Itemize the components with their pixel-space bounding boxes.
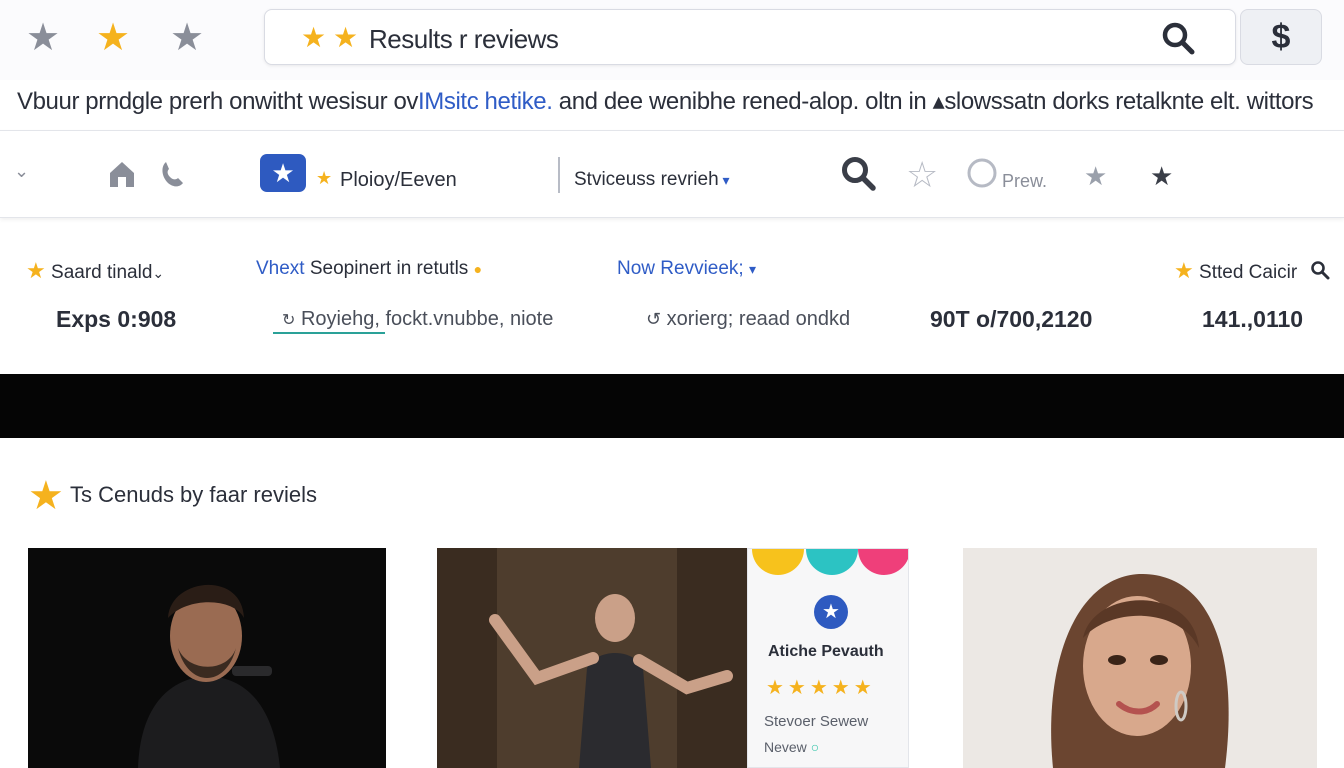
yellow-dot	[752, 549, 804, 575]
toolbar: ⌄ ★ ★ Ploioy/Eeven Stviceuss revrieh ▾ ☆…	[0, 130, 1344, 218]
dancer-image	[437, 548, 747, 768]
search-bar[interactable]: ★ ★ Results r reviews	[264, 9, 1236, 65]
pink-dot	[858, 549, 908, 575]
stat-value: 141.,0110	[1202, 306, 1304, 332]
stat-dropdown[interactable]: Now Revvieek; ▾	[617, 258, 756, 280]
brand-label[interactable]: Ploioy/Eeven	[340, 169, 457, 192]
teal-dot	[806, 549, 858, 575]
star-badge-icon: ★	[814, 595, 848, 629]
chevron-down-icon: ▾	[718, 172, 730, 188]
star-icon[interactable]: ★	[96, 18, 130, 58]
photo-card[interactable]	[437, 548, 747, 768]
star-sparkle-icon[interactable]: ★	[1084, 161, 1107, 191]
star-icon[interactable]: ★	[1150, 161, 1173, 191]
search-icon[interactable]	[1161, 21, 1195, 55]
portrait-image	[28, 548, 386, 768]
banner-strip	[0, 374, 1344, 438]
review-card-subtitle: Stevoer Sewew	[764, 713, 869, 730]
star-icon: ★	[301, 22, 327, 53]
circle-icon[interactable]	[966, 157, 998, 194]
star-icon[interactable]: ★	[170, 18, 204, 58]
star-icon: ★	[333, 22, 359, 53]
chevron-down-icon[interactable]: ⌄	[14, 161, 29, 182]
tagline-link[interactable]: IMsitc hetike.	[418, 88, 553, 115]
review-card-title: Atiche Pevauth	[768, 643, 884, 660]
divider	[558, 157, 560, 193]
home-icon[interactable]	[106, 159, 138, 194]
stat-value: 90T o/700,2120	[930, 306, 1093, 332]
photo-card[interactable]	[28, 548, 386, 768]
search-icon: ○	[810, 739, 820, 755]
rating-stars: ★★★★★	[766, 677, 876, 699]
search-query[interactable]: Results r reviews	[369, 24, 559, 55]
stat-label: ★ Stted Caicir	[1174, 258, 1298, 283]
phone-icon[interactable]	[158, 159, 186, 194]
currency-button[interactable]: $	[1240, 9, 1322, 65]
search-icon[interactable]	[840, 155, 878, 198]
stat-link[interactable]: ↻ Royiehg, fockt.vnubbe, niote	[282, 308, 553, 331]
star-icon: ★	[26, 258, 46, 283]
star-icon[interactable]: ★	[26, 18, 60, 58]
star-icon: ★	[28, 474, 64, 518]
review-card-link[interactable]: Nevew ○	[764, 739, 819, 755]
star-icon: ★	[316, 168, 333, 188]
refresh-icon: ↻	[282, 312, 296, 329]
preview-label[interactable]: Prew.	[1002, 171, 1047, 192]
portrait-image	[963, 548, 1317, 768]
stat-label: ★ Saard tinald⌄	[26, 258, 165, 283]
star-icon: ★	[1174, 258, 1194, 283]
brand-logo-icon[interactable]: ★	[260, 154, 306, 192]
search-icon[interactable]	[1310, 260, 1330, 285]
refresh-icon: ↺	[646, 309, 662, 329]
photo-card[interactable]	[963, 548, 1317, 768]
section-title: Ts Cenuds by faar reviels	[70, 482, 317, 507]
stat-link[interactable]: ↺ xorierg; reaad ondkd	[646, 308, 850, 331]
tagline: Vbuur prndgle prerh onwitht wesisur ovIM…	[17, 88, 1314, 115]
stat-value: Exps 0:908	[56, 306, 177, 332]
sort-dropdown[interactable]: Stviceuss revrieh ▾	[574, 169, 730, 191]
stats-bar: ★ Saard tinald⌄ Exps 0:908 Vhext Seopine…	[0, 232, 1344, 374]
review-card[interactable]: ★ Atiche Pevauth ★★★★★ Stevoer Sewew Nev…	[747, 548, 909, 768]
stat-label[interactable]: Vhext Seopinert in retutls ●	[256, 258, 482, 280]
active-underline	[273, 332, 385, 334]
top-bar: ★ ★ ★ ★ ★ Results r reviews $	[0, 0, 1344, 80]
caret-icon: ▴	[932, 88, 945, 115]
dot-icon: ●	[473, 261, 483, 277]
star-outline-icon[interactable]: ☆	[906, 153, 938, 197]
chevron-down-icon: ▾	[749, 261, 757, 277]
